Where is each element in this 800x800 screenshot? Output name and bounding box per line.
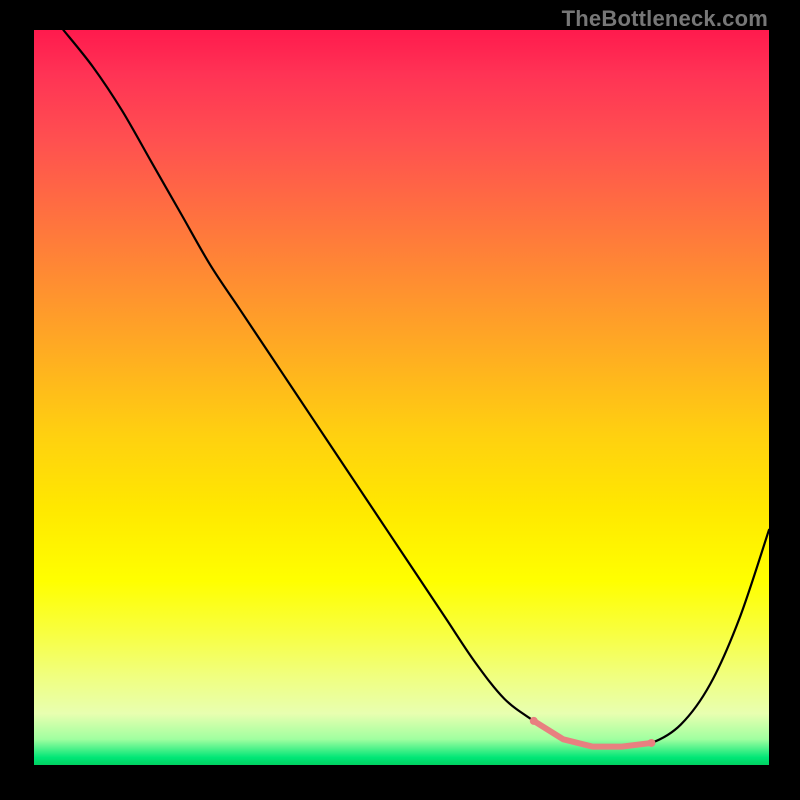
optimal-segment <box>534 721 652 747</box>
watermark-text: TheBottleneck.com <box>562 6 768 32</box>
optimal-endpoint-dot <box>647 739 655 747</box>
plot-area <box>34 30 769 765</box>
bottleneck-curve <box>63 30 769 747</box>
curve-svg <box>34 30 769 765</box>
optimal-endpoint-dot <box>530 717 538 725</box>
chart-container: TheBottleneck.com <box>0 0 800 800</box>
